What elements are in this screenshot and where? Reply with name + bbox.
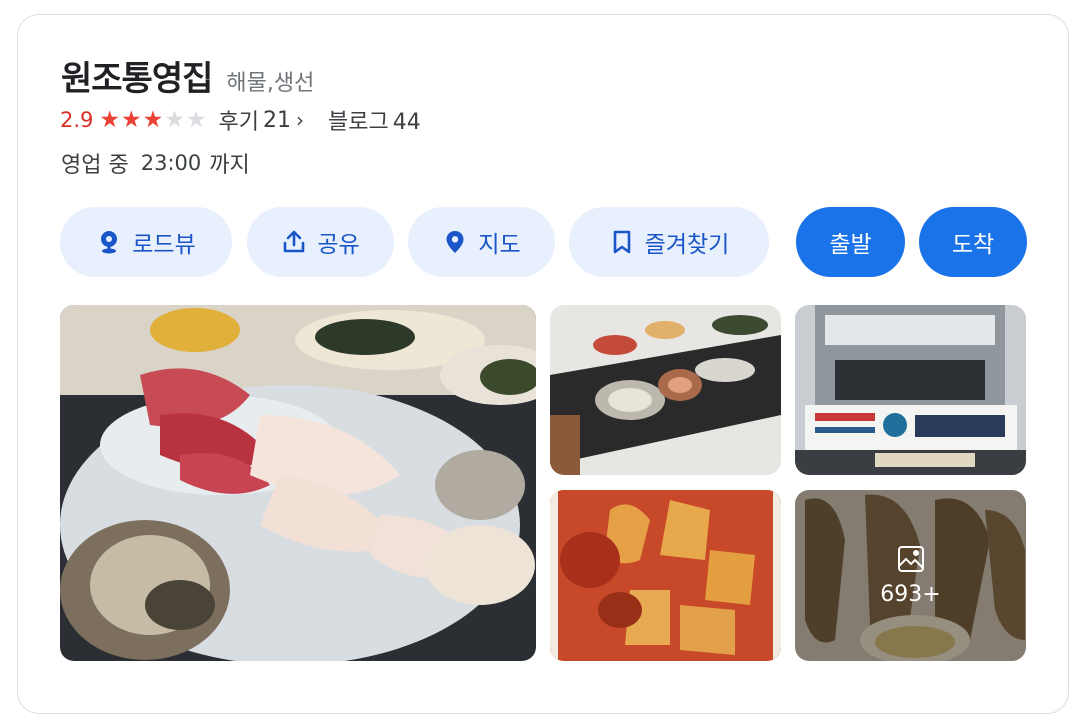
place-card: 원조통영집 해물,생선 2.9 ★ ★ ★ ★ ★ 후기 21 › 블로그 44 … [17, 14, 1069, 714]
star-icon: ★ [164, 106, 185, 133]
photo-main-sashimi[interactable] [60, 305, 536, 661]
place-title[interactable]: 원조통영집 [61, 51, 213, 100]
photo-oyster-platter[interactable] [550, 305, 781, 475]
star-icon: ★ [185, 106, 207, 133]
more-photos-count: 693+ [880, 582, 941, 607]
depart-button[interactable]: 출발 [796, 207, 905, 277]
depart-label: 출발 [829, 232, 872, 258]
arrive-button[interactable]: 도착 [919, 207, 1027, 277]
star-icon: ★ [121, 106, 142, 133]
map-button[interactable]: 지도 [408, 207, 555, 277]
place-category: 해물,생선 [226, 71, 315, 96]
share-icon [281, 229, 307, 255]
review-label: 후기 [218, 110, 260, 135]
blog-count: 44 [392, 110, 421, 135]
blog-label: 블로그 [328, 110, 389, 135]
share-label: 공유 [317, 232, 360, 258]
hours-row[interactable]: 영업 중 23:00 까지 [61, 147, 250, 179]
map-pin-icon [442, 229, 468, 255]
bookmark-icon [609, 229, 635, 255]
open-status: 영업 중 [61, 153, 129, 178]
star-icon: ★ [99, 106, 121, 133]
rating-stars: ★ ★ ★ ★ ★ [99, 106, 207, 133]
reviews-link[interactable]: 후기 21 › [219, 104, 328, 136]
share-button[interactable]: 공유 [247, 207, 394, 277]
rating-row: 2.9 ★ ★ ★ ★ ★ 후기 21 › 블로그 44 [60, 104, 421, 136]
star-icon: ★ [142, 106, 164, 133]
action-bar: 로드뷰 공유 지도 즐겨찾기 출발 도착 [18, 207, 1068, 277]
arrive-label: 도착 [951, 232, 995, 258]
roadview-button[interactable]: 로드뷰 [60, 207, 232, 277]
bookmark-button[interactable]: 즐겨찾기 [569, 207, 769, 277]
chevron-right-icon: › [296, 108, 305, 132]
photo-grilled-fish-more[interactable]: 693+ [795, 490, 1026, 661]
rating-value: 2.9 [60, 108, 94, 132]
title-row: 원조통영집 해물,생선 [61, 51, 314, 100]
blog-link[interactable]: 블로그 44 [328, 104, 421, 136]
photo-storefront[interactable] [795, 305, 1026, 475]
photo-braised-dish[interactable] [550, 490, 781, 661]
bookmark-label: 즐겨찾기 [644, 232, 730, 258]
more-photos-overlay[interactable]: 693+ [795, 490, 1026, 661]
gallery-icon [896, 544, 926, 574]
map-label: 지도 [478, 232, 521, 258]
closing-suffix: 까지 [209, 153, 250, 178]
review-count: 21 [263, 107, 292, 133]
roadview-label: 로드뷰 [132, 232, 196, 258]
closing-time: 23:00 [140, 151, 202, 175]
roadview-pin-icon [96, 229, 122, 255]
